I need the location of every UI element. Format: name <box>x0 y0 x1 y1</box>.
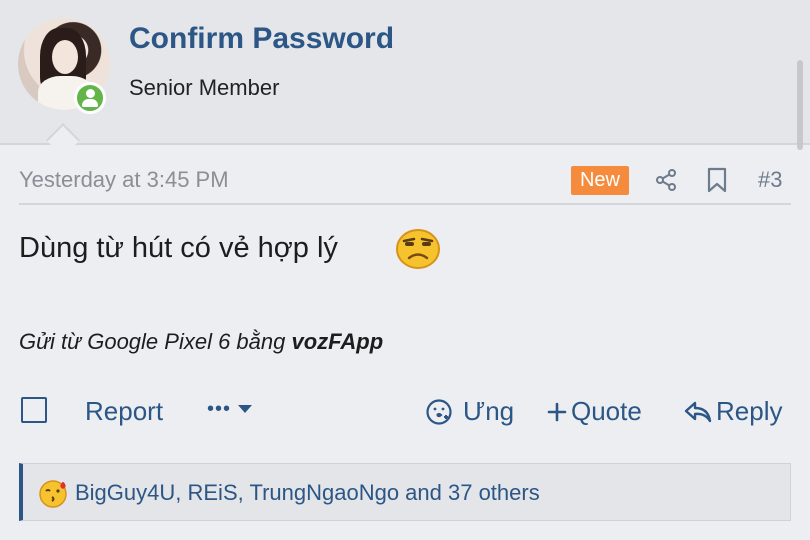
post-timestamp[interactable]: Yesterday at 3:45 PM <box>19 167 229 193</box>
reactions-list-link[interactable]: BigGuy4U, REiS, TrungNgaoNgo and 37 othe… <box>75 480 540 506</box>
new-badge: New <box>571 166 629 195</box>
plus-icon <box>547 402 567 422</box>
chevron-down-icon <box>237 398 253 421</box>
signature-app-name: vozFApp <box>291 329 384 354</box>
more-options-button[interactable]: ••• <box>207 398 253 421</box>
quote-label: Quote <box>571 396 642 426</box>
select-post-checkbox[interactable] <box>21 397 47 423</box>
post-content: Dùng từ hút có vẻ hợp lý <box>19 232 338 264</box>
react-icon <box>425 398 453 426</box>
post-number-link[interactable]: #3 <box>758 167 782 193</box>
scrollbar[interactable] <box>797 60 803 150</box>
reactions-bar[interactable]: BigGuy4U, REiS, TrungNgaoNgo and 37 othe… <box>19 463 791 521</box>
username-link[interactable]: Confirm Password <box>129 22 394 56</box>
signature-text: Gửi từ Google Pixel 6 bằng <box>19 329 292 354</box>
report-button[interactable]: Report <box>85 396 163 427</box>
more-label: ••• <box>207 398 232 420</box>
reply-button[interactable]: Reply <box>684 396 782 427</box>
post-signature: Gửi từ Google Pixel 6 bằng vozFApp <box>19 329 383 355</box>
online-status-icon <box>74 82 106 114</box>
report-label: Report <box>85 396 164 426</box>
react-label: Ưng <box>463 396 515 426</box>
post-author-header: Confirm Password Senior Member <box>0 0 810 150</box>
annoyed-emoji-icon <box>395 226 441 275</box>
reply-icon <box>684 400 712 424</box>
bookmark-icon[interactable] <box>706 167 728 198</box>
user-title: Senior Member <box>129 75 280 100</box>
react-button[interactable]: Ưng <box>425 396 514 427</box>
kiss-emoji-icon <box>37 478 69 513</box>
share-icon[interactable] <box>654 168 678 197</box>
reply-label: Reply <box>716 396 783 426</box>
quote-button[interactable]: Quote <box>547 396 642 427</box>
divider <box>19 203 791 205</box>
